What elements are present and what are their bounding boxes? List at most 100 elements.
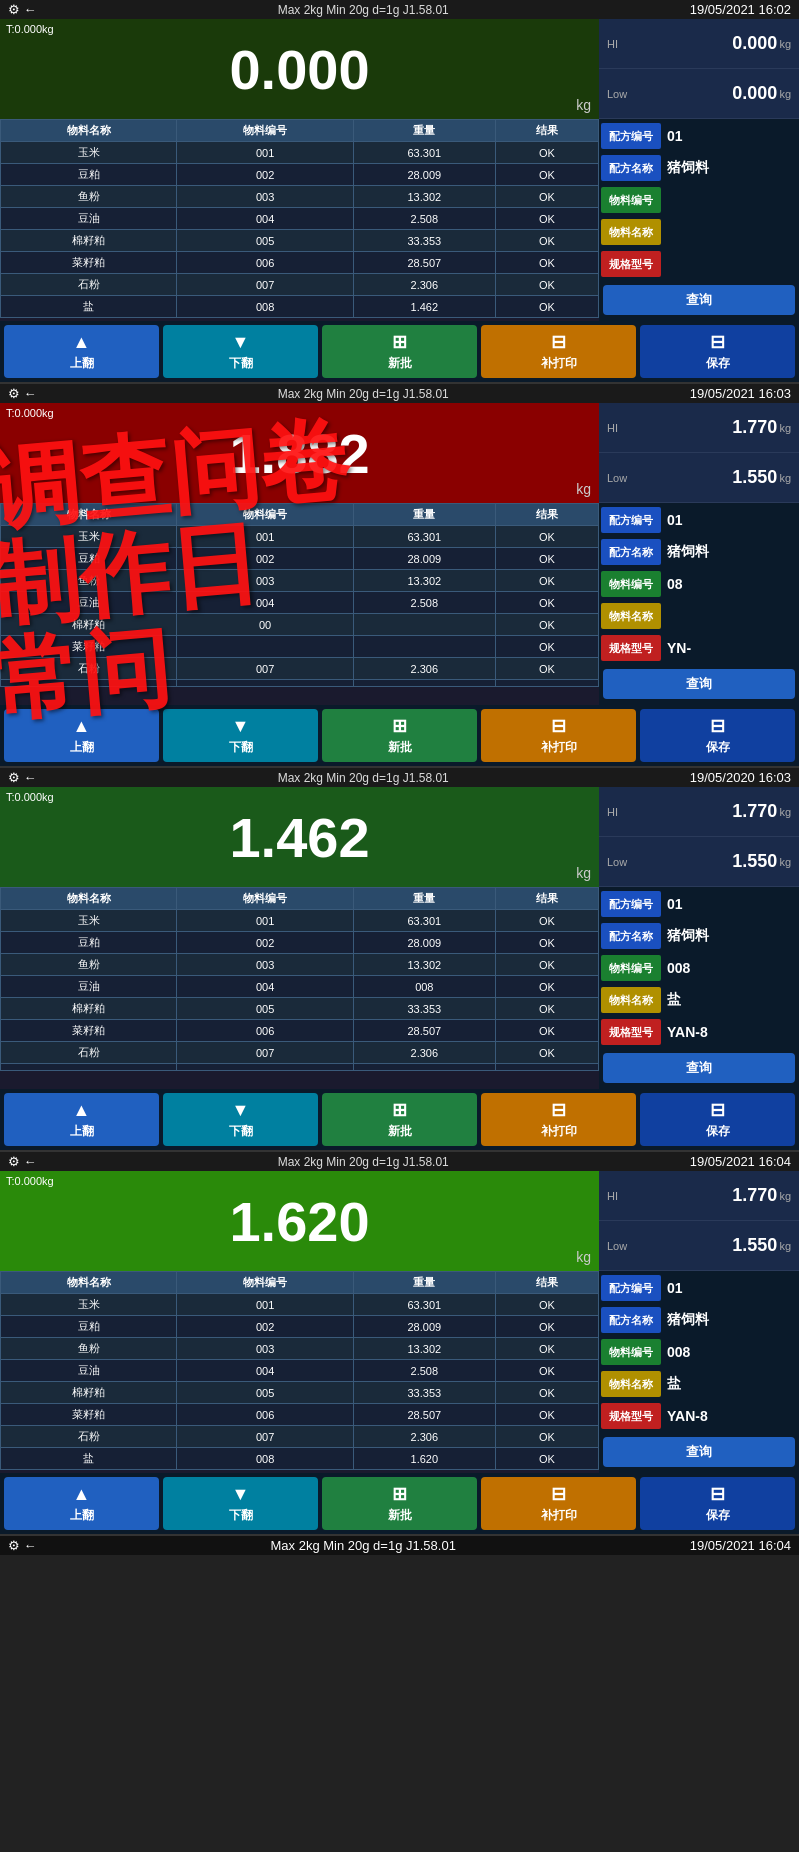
cell-1-2: 28.009: [353, 164, 495, 186]
col-header-2: 重量: [353, 504, 495, 526]
btn-补打印[interactable]: ⊟ 补打印: [481, 1093, 636, 1146]
btn-上翻[interactable]: ▲ 上翻: [4, 1093, 159, 1146]
btn-新批[interactable]: ⊞ 新批: [322, 1477, 477, 1530]
cell-5-2: 28.507: [353, 1404, 495, 1426]
btn-icon-2: ⊞: [392, 1483, 407, 1505]
btn-label-0: 上翻: [70, 355, 94, 372]
table-row: 石粉0072.306OK: [1, 1042, 599, 1064]
info-tag-1: 配方名称: [601, 155, 661, 181]
cell-6-3: OK: [495, 274, 598, 296]
btn-补打印[interactable]: ⊟ 补打印: [481, 709, 636, 762]
hi-value-3: 1.770: [637, 801, 777, 822]
btn-补打印[interactable]: ⊟ 补打印: [481, 325, 636, 378]
cell-4-2: [353, 614, 495, 636]
btn-icon-4: ⊟: [710, 331, 725, 353]
btn-下翻[interactable]: ▼ 下翻: [163, 1477, 318, 1530]
btn-下翻[interactable]: ▼ 下翻: [163, 325, 318, 378]
cell-4-1: 005: [177, 998, 353, 1020]
cell-7-0: [1, 680, 177, 687]
btn-上翻[interactable]: ▲ 上翻: [4, 325, 159, 378]
btn-label-4: 保存: [706, 1123, 730, 1140]
info-tag-3: 物料名称: [601, 987, 661, 1013]
cell-2-3: OK: [495, 570, 598, 592]
cell-1-1: 002: [177, 164, 353, 186]
cell-3-3: OK: [495, 1360, 598, 1382]
query-button-4[interactable]: 查询: [603, 1437, 795, 1467]
cell-4-3: OK: [495, 1382, 598, 1404]
info-tag-2: 物料编号: [601, 571, 661, 597]
btn-补打印[interactable]: ⊟ 补打印: [481, 1477, 636, 1530]
info-value-1: 猪饲料: [661, 923, 797, 949]
btn-保存[interactable]: ⊟ 保存: [640, 1093, 795, 1146]
info-value-0: 01: [661, 1276, 797, 1300]
weight-main-1: T:0.000kg 0.000 kg: [0, 19, 599, 119]
table-row: 玉米00163.301OK: [1, 142, 599, 164]
btn-保存[interactable]: ⊟ 保存: [640, 1477, 795, 1530]
cell-6-2: 2.306: [353, 1426, 495, 1448]
cell-2-2: 13.302: [353, 954, 495, 976]
info-row-3: 物料名称: [601, 601, 797, 631]
btn-新批[interactable]: ⊞ 新批: [322, 325, 477, 378]
table-row: 豆油0042.508OK: [1, 208, 599, 230]
cell-7-3: OK: [495, 1448, 598, 1470]
btn-上翻[interactable]: ▲ 上翻: [4, 709, 159, 762]
btn-label-3: 补打印: [541, 355, 577, 372]
topbar-center-4: Max 2kg Min 20g d=1g J1.58.01: [278, 1155, 449, 1169]
col-header-2: 重量: [353, 1272, 495, 1294]
query-button-3[interactable]: 查询: [603, 1053, 795, 1083]
weight-unit-3: kg: [576, 865, 591, 881]
cell-6-3: OK: [495, 658, 598, 680]
col-header-3: 结果: [495, 888, 598, 910]
cell-6-1: 007: [177, 658, 353, 680]
table-row: 盐0081.462OK: [1, 296, 599, 318]
weight-area-2: T:0.000kg 1.882 kg HI 1.770 kg Low 1.550…: [0, 403, 799, 503]
query-button-2[interactable]: 查询: [603, 669, 795, 699]
btn-下翻[interactable]: ▼ 下翻: [163, 709, 318, 762]
cell-0-3: OK: [495, 526, 598, 548]
cell-4-3: OK: [495, 614, 598, 636]
last-bar-center: Max 2kg Min 20g d=1g J1.58.01: [271, 1538, 456, 1553]
info-row-2: 物料编号 08: [601, 569, 797, 599]
screen-1: ⚙ ← Max 2kg Min 20g d=1g J1.58.01 19/05/…: [0, 0, 799, 384]
col-header-3: 结果: [495, 120, 598, 142]
btn-新批[interactable]: ⊞ 新批: [322, 709, 477, 762]
info-row-1: 配方名称 猪饲料: [601, 1305, 797, 1335]
cell-7-2: [353, 1064, 495, 1071]
data-table-3: 物料名称物料编号重量结果 玉米00163.301OK 豆粕00228.009OK…: [0, 887, 599, 1089]
cell-1-1: 002: [177, 548, 353, 570]
cell-5-2: 28.507: [353, 1020, 495, 1042]
btn-保存[interactable]: ⊟ 保存: [640, 709, 795, 762]
cell-5-0: 菜籽粕: [1, 252, 177, 274]
topbar-right-4: 19/05/2021 16:04: [690, 1154, 791, 1169]
btn-上翻[interactable]: ▲ 上翻: [4, 1477, 159, 1530]
btn-icon-1: ▼: [232, 332, 250, 353]
low-value-4: 1.550: [637, 1235, 777, 1256]
btn-label-2: 新批: [388, 1123, 412, 1140]
cell-6-0: 石粉: [1, 274, 177, 296]
hi-label-3: HI: [607, 806, 637, 818]
table-row: 豆油0042.508OK: [1, 592, 599, 614]
btn-保存[interactable]: ⊟ 保存: [640, 325, 795, 378]
weight-side-1: HI 0.000 kg Low 0.000 kg: [599, 19, 799, 119]
cell-1-0: 豆粕: [1, 548, 177, 570]
cell-5-3: OK: [495, 252, 598, 274]
topbar-2: ⚙ ← Max 2kg Min 20g d=1g J1.58.01 19/05/…: [0, 384, 799, 403]
info-row-0: 配方编号 01: [601, 889, 797, 919]
cell-1-2: 28.009: [353, 932, 495, 954]
cell-3-1: 004: [177, 592, 353, 614]
cell-1-3: OK: [495, 1316, 598, 1338]
data-table-4: 物料名称物料编号重量结果 玉米00163.301OK 豆粕00228.009OK…: [0, 1271, 599, 1473]
table-row: 豆粕00228.009OK: [1, 1316, 599, 1338]
weight-unit-4: kg: [576, 1249, 591, 1265]
query-button-1[interactable]: 查询: [603, 285, 795, 315]
btn-新批[interactable]: ⊞ 新批: [322, 1093, 477, 1146]
col-header-0: 物料名称: [1, 504, 177, 526]
cell-7-3: [495, 680, 598, 687]
cell-2-0: 鱼粉: [1, 186, 177, 208]
btn-下翻[interactable]: ▼ 下翻: [163, 1093, 318, 1146]
info-panel-1: 配方编号 01 配方名称 猪饲料 物料编号 物料名称 规格型号 查询: [599, 119, 799, 321]
low-label-4: Low: [607, 1240, 637, 1252]
table-row: 棉籽粕00533.353OK: [1, 998, 599, 1020]
info-row-3: 物料名称 盐: [601, 1369, 797, 1399]
low-unit-4: kg: [779, 1240, 791, 1252]
